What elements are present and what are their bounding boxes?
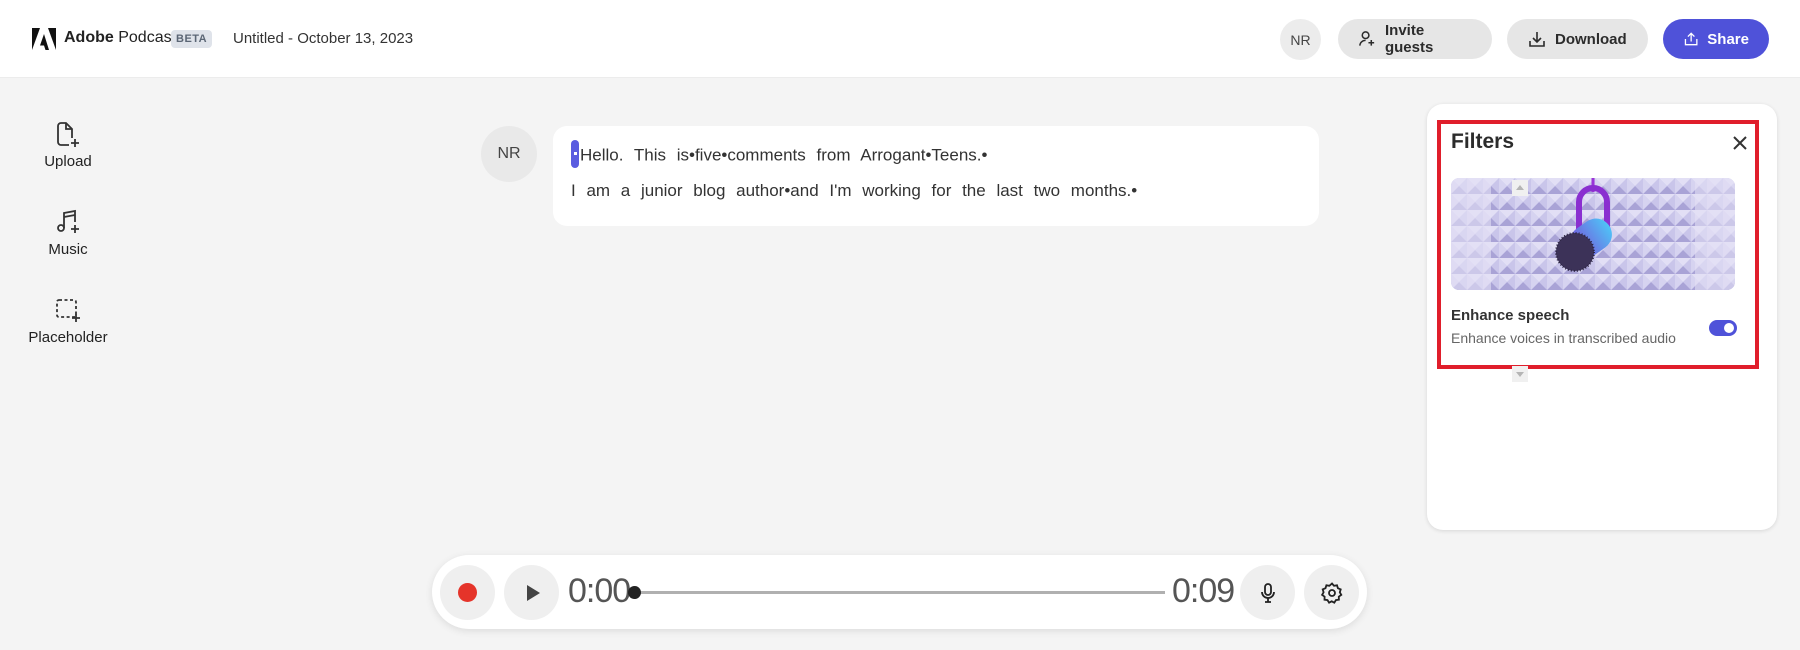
enhance-speech-image	[1451, 178, 1735, 290]
invite-guests-button[interactable]: Invite guests	[1338, 19, 1492, 59]
enhance-speech-toggle[interactable]	[1709, 320, 1737, 336]
total-time: 0:09	[1172, 572, 1235, 610]
filter-description: Enhance voices in transcribed audio	[1451, 330, 1676, 346]
music-add-icon	[57, 209, 79, 233]
transcript-text[interactable]: I am a junior blog author•and I'm workin…	[571, 181, 1137, 200]
record-icon	[458, 583, 477, 602]
top-bar: Adobe Podcast BETA Untitled - October 13…	[0, 0, 1800, 78]
playhead-marker[interactable]	[571, 140, 579, 168]
filter-name: Enhance speech	[1451, 307, 1570, 324]
invite-guests-label: Invite guests	[1384, 22, 1434, 56]
scroll-down-arrow[interactable]	[1512, 366, 1528, 382]
user-add-icon	[1359, 31, 1375, 46]
play-button[interactable]	[504, 565, 559, 620]
speaker-avatar[interactable]: NR	[481, 126, 537, 182]
transcript-line[interactable]: Hello. This is•five•comments from Arroga…	[571, 140, 1301, 172]
placeholder-add-icon	[56, 299, 80, 322]
close-icon[interactable]	[1729, 132, 1751, 154]
scroll-up-arrow[interactable]	[1512, 180, 1528, 196]
share-label: Share	[1707, 30, 1749, 48]
record-button[interactable]	[440, 565, 495, 620]
download-label: Download	[1555, 30, 1627, 48]
microphone-illustration-icon	[1451, 178, 1735, 290]
user-avatar[interactable]: NR	[1280, 19, 1321, 60]
file-add-icon	[57, 122, 79, 147]
download-icon	[1529, 32, 1545, 47]
gear-icon	[1320, 581, 1342, 604]
brand-bold: Adobe	[64, 29, 114, 46]
playback-bar: 0:00 0:09	[432, 555, 1367, 629]
microphone-icon	[1260, 582, 1275, 603]
panel-title: Filters	[1451, 130, 1515, 153]
transcript-block[interactable]: Hello. This is•five•comments from Arroga…	[553, 126, 1319, 226]
adobe-logo-icon	[32, 28, 56, 50]
current-time: 0:00	[568, 572, 631, 610]
app-name: Adobe Podcast	[64, 29, 176, 47]
sidebar-item-placeholder[interactable]: Placeholder	[18, 295, 118, 347]
play-icon	[527, 584, 540, 601]
timeline-scrubber[interactable]	[628, 586, 641, 599]
sidebar-item-label: Placeholder	[28, 329, 108, 346]
settings-button[interactable]	[1304, 565, 1359, 620]
timeline-track[interactable]	[632, 591, 1165, 594]
filters-panel: Filters Enhance speech Enhance voices in…	[1427, 104, 1777, 530]
transcript-text[interactable]: Hello. This is•five•comments from Arroga…	[580, 145, 987, 164]
document-title[interactable]: Untitled - October 13, 2023	[233, 30, 413, 47]
sidebar-item-music[interactable]: Music	[18, 207, 118, 259]
sidebar-item-label: Upload	[44, 153, 92, 170]
sidebar-item-upload[interactable]: Upload	[18, 119, 118, 171]
transcript-line[interactable]: I am a junior blog author•and I'm workin…	[571, 180, 1301, 210]
download-button[interactable]: Download	[1507, 19, 1648, 59]
sidebar-item-label: Music	[48, 241, 88, 258]
share-button[interactable]: Share	[1663, 19, 1769, 59]
microphone-button[interactable]	[1240, 565, 1295, 620]
beta-badge: BETA	[171, 30, 213, 48]
brand-rest: Podcast	[113, 29, 177, 46]
share-icon	[1684, 32, 1698, 46]
